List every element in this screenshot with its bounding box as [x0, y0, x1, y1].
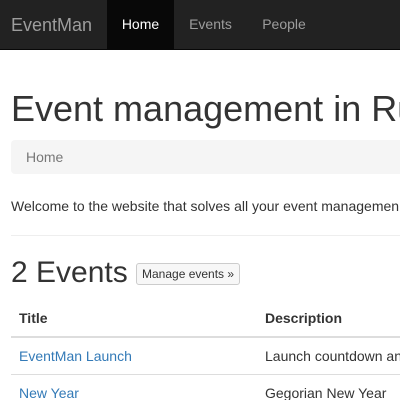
- column-header-description: Description: [257, 300, 400, 338]
- event-description-cell: Gegorian New Year: [257, 374, 400, 400]
- welcome-text: Welcome to the website that solves all y…: [11, 198, 400, 214]
- event-title-cell: New Year: [11, 374, 257, 400]
- column-header-title: Title: [11, 300, 257, 338]
- manage-events-button[interactable]: Manage events »: [136, 263, 241, 285]
- events-count: 2: [11, 256, 28, 289]
- nav-item-events[interactable]: Events: [174, 0, 247, 49]
- event-title-link[interactable]: EventMan Launch: [19, 348, 132, 364]
- table-header-row: Title Description: [11, 300, 400, 338]
- events-heading: 2 Events: [11, 255, 128, 291]
- table-row: EventMan Launch Launch countdown an: [11, 336, 400, 375]
- brand-link[interactable]: EventMan: [11, 14, 92, 36]
- event-title-link[interactable]: New Year: [19, 385, 79, 400]
- divider: [11, 235, 400, 236]
- navbar: EventMan Home Events People: [0, 0, 400, 50]
- page: EventMan Home Events People Event manage…: [0, 0, 400, 400]
- nav-item-home[interactable]: Home: [107, 0, 174, 49]
- table-row: New Year Gegorian New Year: [11, 374, 400, 400]
- events-word: Events: [36, 256, 128, 289]
- page-title: Event management in Ru: [11, 88, 400, 129]
- event-description-cell: Launch countdown an: [257, 336, 400, 375]
- events-table: Title Description EventMan Launch Launch…: [11, 300, 400, 400]
- breadcrumb: Home: [11, 140, 400, 174]
- event-title-cell: EventMan Launch: [11, 336, 257, 375]
- breadcrumb-item-home: Home: [26, 149, 64, 165]
- nav-item-people[interactable]: People: [247, 0, 321, 49]
